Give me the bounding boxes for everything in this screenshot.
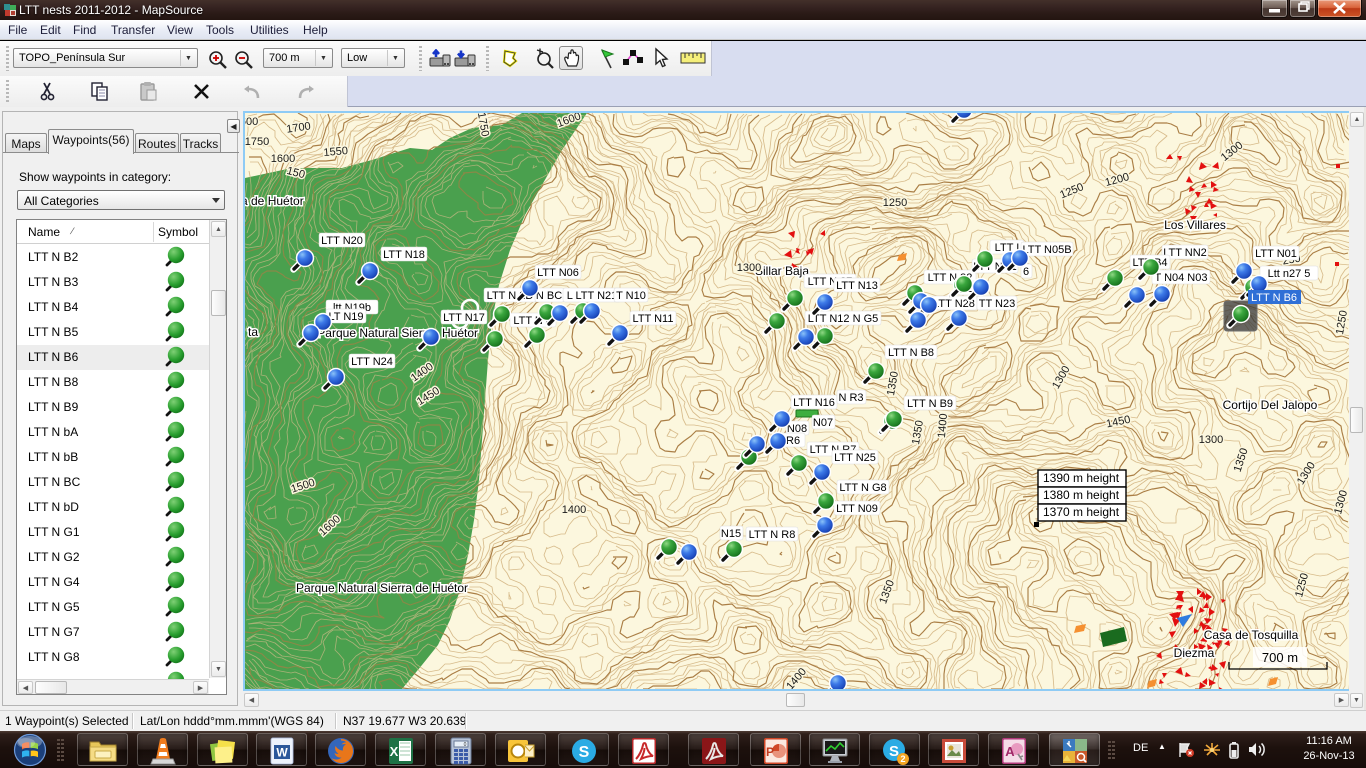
svg-text:Parque Natural Sierra de Huéto: Parque Natural Sierra de Huétor — [296, 581, 468, 595]
svg-text:N07: N07 — [813, 417, 833, 429]
svg-text:2: 2 — [900, 754, 905, 764]
svg-text:T N10: T N10 — [616, 290, 646, 302]
svg-text:Casa de Tosquilla: Casa de Tosquilla — [1204, 628, 1299, 642]
svg-text:LTT N R8: LTT N R8 — [749, 529, 796, 541]
svg-text:700 m: 700 m — [1262, 650, 1298, 665]
svg-text:1600: 1600 — [271, 153, 295, 165]
svg-text:X: X — [390, 744, 399, 759]
svg-text:Sillar Baja: Sillar Baja — [755, 264, 809, 278]
svg-text:1400: 1400 — [936, 413, 950, 438]
svg-text:1400: 1400 — [562, 504, 586, 516]
svg-text:LTT N13: LTT N13 — [836, 280, 878, 292]
svg-text:0: 0 — [464, 742, 467, 748]
svg-text:LTT N16: LTT N16 — [793, 397, 835, 409]
svg-text:N15: N15 — [721, 528, 741, 540]
svg-text:1750: 1750 — [245, 136, 269, 148]
svg-text:Huétor: Huétor — [442, 326, 478, 340]
svg-text:ta: ta — [248, 325, 258, 339]
svg-text:1350: 1350 — [885, 370, 901, 396]
svg-text:N R3: N R3 — [838, 392, 863, 404]
svg-text:LTT N24: LTT N24 — [351, 356, 393, 368]
svg-text:LT N19: LT N19 — [328, 311, 363, 323]
svg-text:T N04 N03: T N04 N03 — [1155, 272, 1208, 284]
svg-text:Cortijo Del Jalopo: Cortijo Del Jalopo — [1223, 398, 1318, 412]
svg-text:Los Villares: Los Villares — [1164, 218, 1226, 232]
svg-text:LTT N17: LTT N17 — [443, 312, 485, 324]
svg-text:1300: 1300 — [1199, 434, 1223, 446]
svg-text:S: S — [579, 744, 590, 761]
svg-text:1370 m height: 1370 m height — [1043, 505, 1120, 519]
svg-text:1250: 1250 — [1334, 309, 1350, 335]
svg-text:Ltt n27 5: Ltt n27 5 — [1268, 268, 1311, 280]
svg-text:TT N23: TT N23 — [979, 298, 1015, 310]
svg-text:LTT N06: LTT N06 — [537, 267, 579, 279]
svg-text:A: A — [1005, 744, 1015, 759]
svg-text:LTT N18: LTT N18 — [383, 249, 425, 261]
svg-text:6: 6 — [1023, 266, 1029, 278]
svg-text:LTT N20: LTT N20 — [321, 235, 363, 247]
svg-text:Diezma: Diezma — [1174, 646, 1215, 660]
svg-text:1350: 1350 — [877, 578, 897, 605]
svg-text:600: 600 — [245, 116, 258, 128]
svg-text:LTT N01: LTT N01 — [1255, 248, 1297, 260]
svg-text:L LTT N21: L LTT N21 — [567, 290, 618, 302]
svg-text:1390 m height: 1390 m height — [1043, 471, 1120, 485]
svg-text:LTT N B9: LTT N B9 — [907, 398, 953, 410]
svg-text:1550: 1550 — [323, 145, 348, 159]
svg-text:LTT N25: LTT N25 — [834, 452, 876, 464]
svg-text:LTT N B6: LTT N B6 — [1251, 292, 1297, 304]
svg-text:LTT N11: LTT N11 — [633, 313, 674, 325]
svg-text:P: P — [766, 745, 774, 759]
svg-text:1250: 1250 — [883, 197, 907, 209]
svg-text:LTT N12 N G5: LTT N12 N G5 — [808, 313, 879, 325]
svg-text:Parque Natural Sierr: Parque Natural Sierr — [317, 326, 426, 340]
svg-text:N BC: N BC — [536, 290, 562, 302]
svg-text:LTT N B8: LTT N B8 — [888, 347, 934, 359]
svg-text:LTT N G8: LTT N G8 — [839, 482, 886, 494]
svg-text:1380 m height: 1380 m height — [1043, 488, 1120, 502]
svg-text:1250: 1250 — [1058, 181, 1085, 201]
svg-text:1700: 1700 — [286, 120, 312, 135]
svg-text:LTT N09: LTT N09 — [836, 503, 878, 515]
svg-text:a de Huétor: a de Huétor — [245, 194, 304, 208]
svg-text:W: W — [276, 746, 288, 760]
svg-text:1300: 1300 — [737, 262, 761, 274]
svg-text:LTT N05B: LTT N05B — [1022, 244, 1071, 256]
